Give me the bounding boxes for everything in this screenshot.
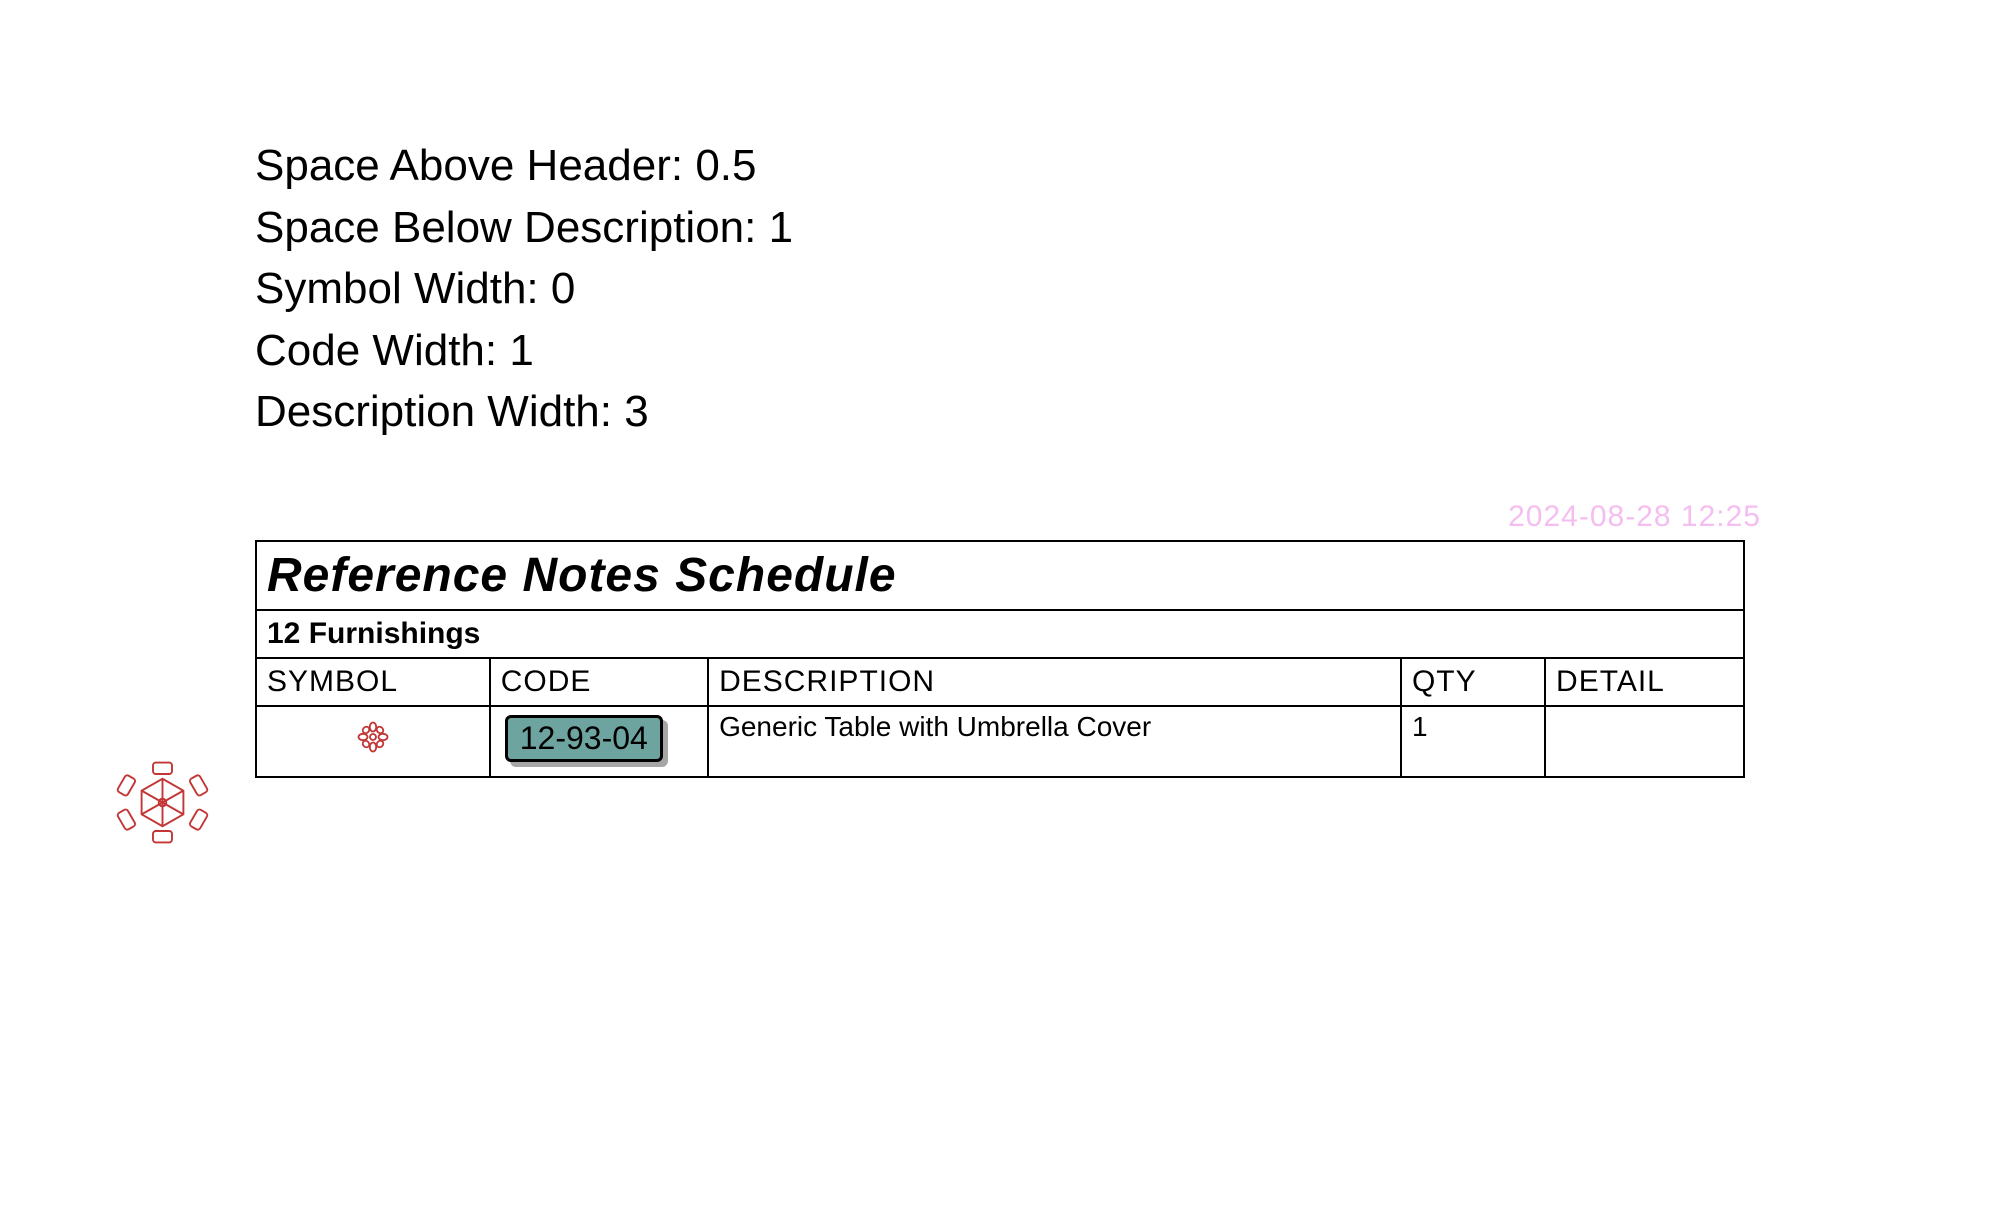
header-symbol: SYMBOL [256, 658, 490, 706]
header-detail: DETAIL [1545, 658, 1744, 706]
setting-label: Symbol Width [255, 264, 526, 313]
setting-label: Description Width [255, 387, 600, 436]
setting-code-width: Code Width: 1 [255, 320, 793, 382]
setting-value: 0 [551, 264, 575, 313]
setting-symbol-width: Symbol Width: 0 [255, 258, 793, 320]
row-description: Generic Table with Umbrella Cover [708, 706, 1401, 777]
setting-value: 1 [769, 203, 793, 252]
table-flower-icon [355, 719, 391, 755]
timestamp: 2024-08-28 12:25 [1508, 500, 1761, 534]
settings-list: Space Above Header: 0.5 Space Below Desc… [255, 135, 793, 443]
header-description: DESCRIPTION [708, 658, 1401, 706]
row-qty: 1 [1401, 706, 1545, 777]
schedule-title: Reference Notes Schedule [256, 541, 1744, 610]
code-badge: 12-93-04 [505, 715, 663, 762]
setting-label: Code Width [255, 326, 485, 375]
setting-value: 1 [509, 326, 533, 375]
setting-space-below-description: Space Below Description: 1 [255, 197, 793, 259]
setting-label: Space Above Header [255, 141, 671, 190]
table-plan-icon [115, 755, 210, 850]
setting-space-above-header: Space Above Header: 0.5 [255, 135, 793, 197]
reference-notes-schedule-table: Reference Notes Schedule 12 Furnishings … [255, 540, 1745, 778]
setting-label: Space Below Description [255, 203, 744, 252]
table-row: 12-93-04 Generic Table with Umbrella Cov… [256, 706, 1744, 777]
row-detail [1545, 706, 1744, 777]
setting-description-width: Description Width: 3 [255, 381, 793, 443]
setting-value: 0.5 [695, 141, 756, 190]
setting-value: 3 [624, 387, 648, 436]
header-code: CODE [490, 658, 708, 706]
schedule-category: 12 Furnishings [256, 610, 1744, 658]
header-qty: QTY [1401, 658, 1545, 706]
